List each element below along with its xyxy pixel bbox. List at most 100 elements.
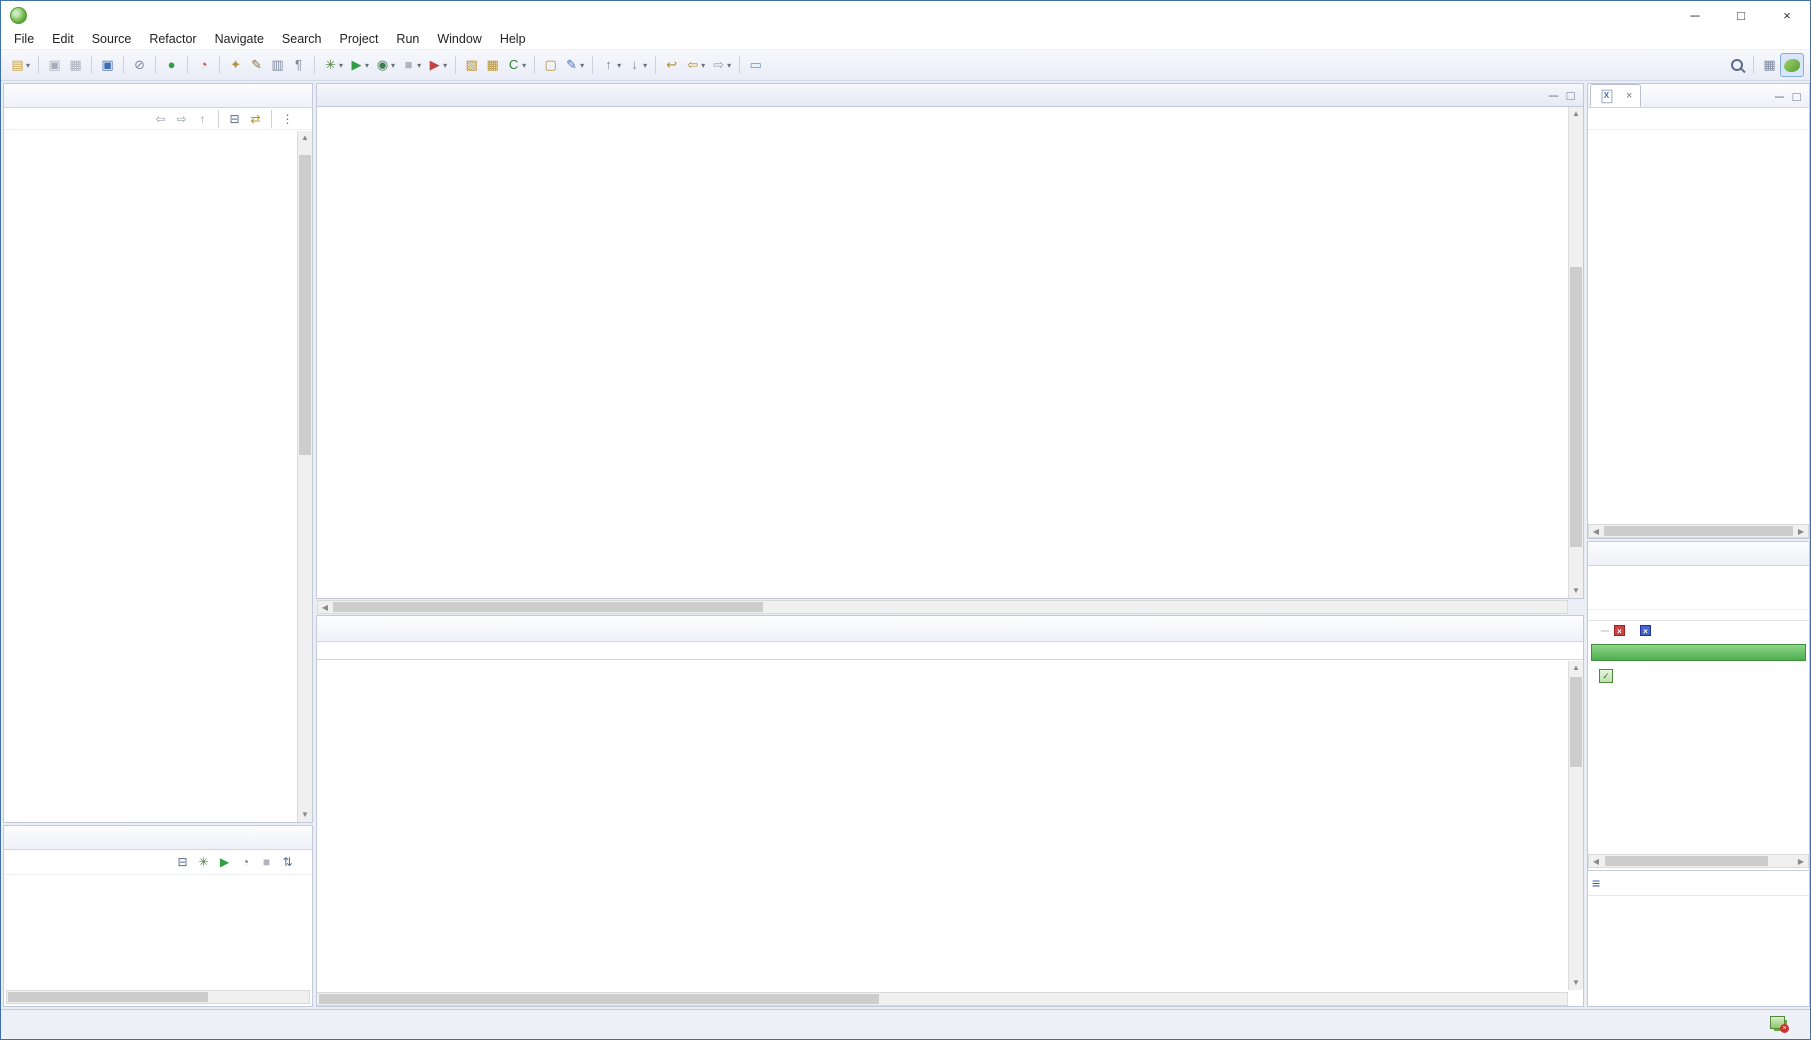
menu-file[interactable]: File — [5, 30, 43, 48]
scroll-up-icon[interactable]: ▲ — [1569, 107, 1583, 121]
main-toolbar: ▤ ▾ ▣ ▦ ▣ ⊘ ● ◔ ✦ ✎ ▥ ¶ ✳ ▾ ▶ ▾ ◉ ▾ ■ ▾ ▶ ▾ ▧ ▦ C ▾ ▢ ✎ ▾ ↑ ▾ ↓ ▾ ↩ ⇦ ▾ ⇨ ▾ ▭ … — [1, 50, 1810, 81]
errors-icon: × — [1614, 625, 1625, 636]
open-perspective-icon[interactable]: ▦ — [1759, 53, 1780, 77]
stop-icon[interactable]: ■ ▾ — [398, 53, 424, 77]
link-with-editor-icon[interactable]: ▭ — [745, 53, 766, 77]
open-type-icon[interactable]: ▢ — [540, 53, 561, 77]
editor-tab-bar: ─ □ — [316, 83, 1584, 107]
new-package-icon[interactable]: ▦ — [482, 53, 503, 77]
save-icon[interactable]: ▣ — [44, 53, 65, 77]
key-icon[interactable]: ✦ — [225, 53, 246, 77]
maximize-button[interactable]: □ — [1718, 1, 1764, 29]
minimize-view-icon[interactable]: ─ — [1772, 87, 1787, 107]
menu-help[interactable]: Help — [491, 30, 535, 48]
search-icon[interactable] — [1726, 53, 1748, 77]
junit-horizontal-scrollbar[interactable]: ◀ ▶ — [1588, 854, 1809, 868]
pilcrow-icon[interactable]: ¶ — [288, 53, 309, 77]
save-all-icon[interactable]: ▦ — [65, 53, 86, 77]
scroll-down-icon[interactable]: ▼ — [1569, 976, 1583, 990]
console-view-icon[interactable]: ▣ — [97, 53, 118, 77]
scroll-down-icon[interactable]: ▼ — [298, 808, 312, 822]
console-view: ▲ ▼ — [316, 615, 1584, 1007]
red-clock-icon[interactable]: ◔ — [193, 53, 214, 77]
collapse-all-icon[interactable]: ⊟ — [224, 107, 245, 131]
collapse-all-icon[interactable]: ⊟ — [172, 850, 193, 874]
code-editor[interactable]: ▲ ▼ — [316, 107, 1584, 599]
forward-icon[interactable]: ⇨ — [171, 107, 192, 131]
menu-run[interactable]: Run — [387, 30, 428, 48]
scroll-left-icon[interactable]: ◀ — [1589, 525, 1603, 539]
project-tree — [4, 131, 297, 822]
junit-runs-row: × × — [1588, 621, 1809, 640]
run-icon[interactable]: ▶ ▾ — [346, 53, 372, 77]
menu-search[interactable]: Search — [273, 30, 331, 48]
coverage-icon[interactable]: ▶ ▾ — [424, 53, 450, 77]
green-power-icon[interactable]: ● — [161, 53, 182, 77]
minimize-button[interactable]: ─ — [1672, 1, 1718, 29]
scroll-up-icon[interactable]: ▲ — [1569, 661, 1583, 675]
editor-vertical-scrollbar[interactable]: ▲ ▼ — [1568, 107, 1583, 598]
minimize-view-icon[interactable]: ─ — [1546, 86, 1561, 106]
next-annotation-icon[interactable]: ↓ ▾ — [624, 53, 650, 77]
publish-icon[interactable]: ⇅ — [277, 850, 298, 874]
new-class-icon[interactable]: C ▾ — [503, 53, 529, 77]
editor-horizontal-scrollbar[interactable]: ◀ — [317, 600, 1568, 614]
close-button[interactable]: × — [1764, 1, 1810, 29]
outline-view: × ─ □ ◀ ▶ — [1587, 83, 1810, 539]
console-horizontal-scrollbar[interactable] — [317, 992, 1568, 1006]
status-bar — [1, 1009, 1810, 1039]
console-log[interactable] — [317, 661, 1568, 990]
test-success-icon — [1598, 669, 1613, 683]
search-menu-icon[interactable]: ✎ ▾ — [561, 53, 587, 77]
menu-project[interactable]: Project — [331, 30, 388, 48]
notification-icon[interactable] — [1770, 1016, 1789, 1033]
console-vertical-scrollbar[interactable]: ▲ ▼ — [1568, 661, 1583, 990]
maximize-view-icon[interactable]: □ — [1563, 86, 1578, 106]
back-icon[interactable]: ⇦ ▾ — [682, 53, 708, 77]
scroll-down-icon[interactable]: ▼ — [1569, 584, 1583, 598]
spring-perspective-icon[interactable] — [1780, 53, 1804, 77]
scroll-left-icon[interactable]: ◀ — [318, 601, 332, 615]
profile-server-icon[interactable]: ◔ — [235, 850, 256, 874]
menu-source[interactable]: Source — [83, 30, 141, 48]
quill-icon[interactable]: ✎ — [246, 53, 267, 77]
junit-test-result-row[interactable] — [1588, 665, 1809, 687]
menu-navigate[interactable]: Navigate — [206, 30, 273, 48]
maximize-view-icon[interactable]: □ — [1789, 87, 1804, 107]
view-menu-icon[interactable]: ⋮ — [277, 107, 298, 131]
menu-refactor[interactable]: Refactor — [140, 30, 205, 48]
prev-annotation-icon[interactable]: ↑ ▾ — [598, 53, 624, 77]
forward-icon[interactable]: ⇨ ▾ — [708, 53, 734, 77]
servers-view: ⊟ ✳ ▶ ◔ ■ ⇅ — [3, 825, 313, 1007]
start-server-icon[interactable]: ▶ — [214, 850, 235, 874]
tab-outline[interactable]: × — [1590, 84, 1642, 107]
failures-icon: × — [1640, 625, 1651, 636]
scroll-up-icon[interactable]: ▲ — [298, 131, 312, 145]
sts-logo-icon — [10, 6, 27, 24]
skip-breakpoints-icon[interactable]: ⊘ — [129, 53, 150, 77]
new-java-project-icon[interactable]: ▧ — [461, 53, 482, 77]
up-icon[interactable]: ↑ — [192, 107, 213, 131]
outline-icon — [1600, 89, 1613, 103]
back-icon[interactable]: ⇦ — [150, 107, 171, 131]
navigator-vertical-scrollbar[interactable]: ▲ ▼ — [297, 131, 312, 822]
link-with-editor-icon[interactable]: ⇄ — [245, 107, 266, 131]
ide-window: ─ □ × File Edit Source Refactor Navigate Search… — [0, 0, 1811, 1040]
last-edit-location-icon[interactable]: ↩ — [661, 53, 682, 77]
stop-server-icon[interactable]: ■ — [256, 850, 277, 874]
failure-trace-icon: ≡ — [1592, 875, 1601, 891]
menu-window[interactable]: Window — [428, 30, 490, 48]
menu-edit[interactable]: Edit — [43, 30, 83, 48]
scroll-left-icon[interactable]: ◀ — [1589, 855, 1603, 869]
close-icon[interactable]: × — [1626, 90, 1632, 102]
scroll-right-icon[interactable]: ▶ — [1794, 855, 1808, 869]
servers-horizontal-scrollbar[interactable] — [6, 990, 310, 1004]
navigator-view: ⇦ ⇨ ↑ ⊟ ⇄ ⋮ ▲ ▼ — [3, 83, 313, 823]
scroll-right-icon[interactable]: ▶ — [1794, 525, 1808, 539]
debug-icon[interactable]: ✳ ▾ — [320, 53, 346, 77]
profile-icon[interactable]: ◉ ▾ — [372, 53, 398, 77]
new-wizard-icon[interactable]: ▤ ▾ — [7, 53, 33, 77]
debug-server-icon[interactable]: ✳ — [193, 850, 214, 874]
table-icon[interactable]: ▥ — [267, 53, 288, 77]
outline-horizontal-scrollbar[interactable]: ◀ ▶ — [1588, 524, 1809, 538]
